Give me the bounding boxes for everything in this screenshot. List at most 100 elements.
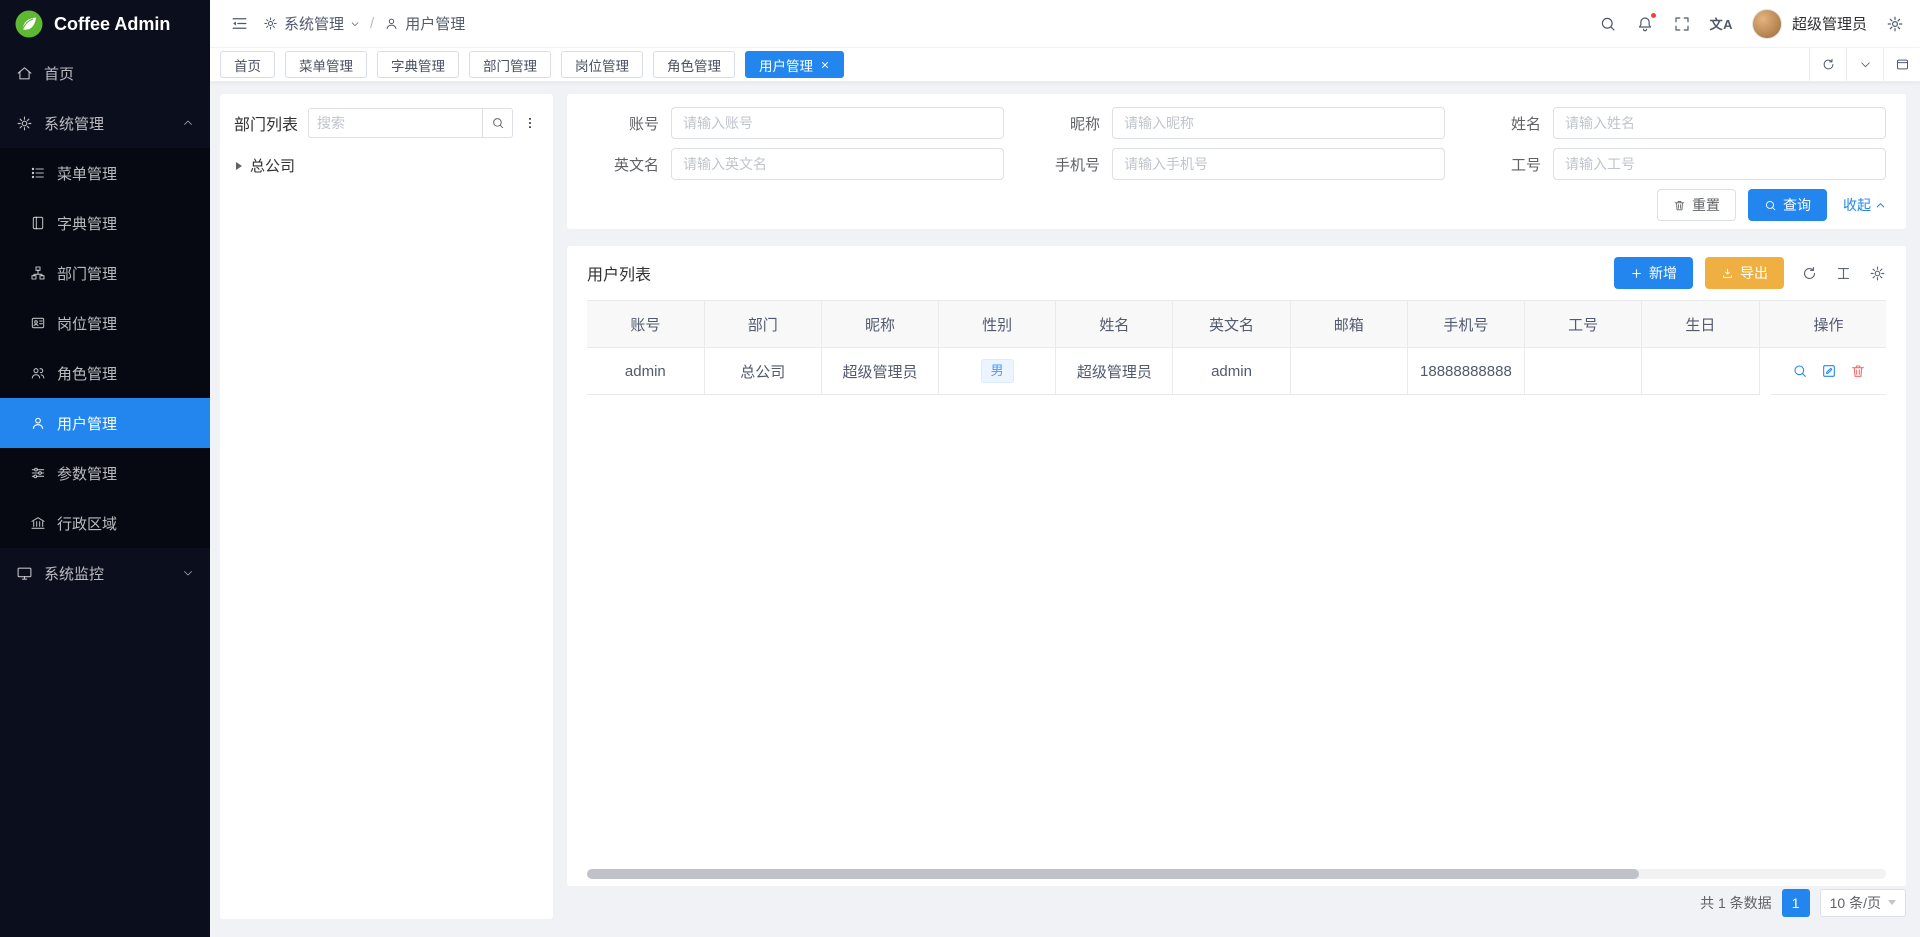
book-icon xyxy=(30,215,46,231)
refresh-icon[interactable] xyxy=(1801,265,1818,282)
tab-dict-management[interactable]: 字典管理 xyxy=(377,51,459,78)
translate-icon[interactable]: 文A xyxy=(1710,14,1733,33)
reset-button[interactable]: 重置 xyxy=(1657,189,1736,221)
cell-email xyxy=(1290,348,1407,395)
column-settings-gear-icon[interactable] xyxy=(1869,265,1886,282)
person-icon xyxy=(30,415,46,431)
tabbar: 首页 菜单管理 字典管理 部门管理 岗位管理 角色管理 用户管理 xyxy=(210,48,1920,82)
fullscreen-icon[interactable] xyxy=(1673,15,1691,33)
cell-department: 总公司 xyxy=(704,348,821,395)
col-name: 姓名 xyxy=(1056,301,1173,348)
tab-label: 首页 xyxy=(234,55,261,75)
breadcrumb-level1[interactable]: 系统管理 xyxy=(284,13,344,34)
tab-user-management[interactable]: 用户管理 xyxy=(745,51,844,78)
search-icon[interactable] xyxy=(1599,15,1617,33)
add-user-button[interactable]: 新增 xyxy=(1614,257,1693,289)
page-size-select[interactable]: 10 条/页 xyxy=(1820,889,1906,917)
sidebar-menu: 首页 系统管理 菜单管理 字典管理 部门管理 xyxy=(0,48,210,598)
tab-list: 首页 菜单管理 字典管理 部门管理 岗位管理 角色管理 用户管理 xyxy=(220,51,1809,78)
avatar[interactable] xyxy=(1752,9,1782,39)
gear-icon xyxy=(16,115,33,132)
tab-home[interactable]: 首页 xyxy=(220,51,275,78)
add-label: 新增 xyxy=(1649,263,1677,283)
chevron-down-icon[interactable] xyxy=(1846,48,1883,81)
sidebar-item-dept-management[interactable]: 部门管理 xyxy=(0,248,210,298)
username[interactable]: 超级管理员 xyxy=(1792,13,1867,34)
close-icon[interactable] xyxy=(820,60,830,70)
refresh-icon[interactable] xyxy=(1809,48,1846,81)
sidebar-item-menu-management[interactable]: 菜单管理 xyxy=(0,148,210,198)
user-list-card: 用户列表 新增 导出 xyxy=(567,246,1906,886)
home-icon xyxy=(16,65,33,82)
tab-label: 菜单管理 xyxy=(299,55,353,75)
sidebar-item-label: 字典管理 xyxy=(57,213,117,234)
col-actions: 操作 xyxy=(1771,301,1886,348)
search-form-card: 账号 昵称 姓名 英文名 xyxy=(567,94,1906,229)
col-phone: 手机号 xyxy=(1407,301,1524,348)
tree-node-head-office[interactable]: 总公司 xyxy=(234,155,539,176)
user-list-actions: 新增 导出 xyxy=(1614,257,1886,289)
tab-menu-management[interactable]: 菜单管理 xyxy=(285,51,367,78)
collapse-link[interactable]: 收起 xyxy=(1843,195,1886,215)
maximize-icon[interactable] xyxy=(1883,48,1920,81)
gear-icon xyxy=(263,16,278,31)
breadcrumb-separator: / xyxy=(370,15,374,32)
sidebar-item-label: 首页 xyxy=(44,63,74,84)
phone-input[interactable] xyxy=(1112,148,1445,180)
horizontal-scrollbar-track xyxy=(587,869,1886,879)
tab-dept-management[interactable]: 部门管理 xyxy=(469,51,551,78)
department-search-input[interactable] xyxy=(308,108,483,138)
sidebar-item-role-management[interactable]: 角色管理 xyxy=(0,348,210,398)
account-input[interactable] xyxy=(671,107,1004,139)
sidebar-item-label: 行政区域 xyxy=(57,513,117,534)
col-account: 账号 xyxy=(587,301,704,348)
sidebar-item-post-management[interactable]: 岗位管理 xyxy=(0,298,210,348)
sidebar-item-system-management[interactable]: 系统管理 xyxy=(0,98,210,148)
bell-icon[interactable] xyxy=(1636,15,1654,33)
bank-icon xyxy=(30,515,46,531)
page-number-button[interactable]: 1 xyxy=(1782,889,1810,917)
edit-icon[interactable] xyxy=(1821,363,1837,379)
sidebar-item-admin-region[interactable]: 行政区域 xyxy=(0,498,210,548)
settings-gear-icon[interactable] xyxy=(1886,15,1904,33)
field-label: 手机号 xyxy=(1028,154,1100,175)
col-birthday: 生日 xyxy=(1642,301,1759,348)
more-options-icon[interactable] xyxy=(521,115,539,131)
sidebar-item-home[interactable]: 首页 xyxy=(0,48,210,98)
english-name-input[interactable] xyxy=(671,148,1004,180)
sidebar-submenu-system: 菜单管理 字典管理 部门管理 岗位管理 角色管理 xyxy=(0,148,210,548)
work-id-input[interactable] xyxy=(1553,148,1886,180)
table-header-row: 账号 部门 昵称 性别 姓名 英文名 邮箱 手机号 工号 生日 xyxy=(587,301,1886,348)
view-icon[interactable] xyxy=(1792,363,1808,379)
query-button[interactable]: 查询 xyxy=(1748,189,1827,221)
sidebar-item-label: 参数管理 xyxy=(57,463,117,484)
sidebar-item-system-monitor[interactable]: 系统监控 xyxy=(0,548,210,598)
topbar-right: 文A 超级管理员 xyxy=(1599,9,1904,39)
sidebar-collapse-icon[interactable] xyxy=(230,14,249,33)
tab-label: 部门管理 xyxy=(483,55,537,75)
monitor-icon xyxy=(16,565,33,582)
export-button[interactable]: 导出 xyxy=(1705,257,1784,289)
cell-work-id xyxy=(1525,348,1642,395)
sidebar-item-param-management[interactable]: 参数管理 xyxy=(0,448,210,498)
tab-role-management[interactable]: 角色管理 xyxy=(653,51,735,78)
caret-right-icon[interactable] xyxy=(236,162,242,170)
col-department: 部门 xyxy=(704,301,821,348)
field-label: 姓名 xyxy=(1469,113,1541,134)
trash-icon xyxy=(1673,199,1686,212)
nickname-input[interactable] xyxy=(1112,107,1445,139)
pagination: 共 1 条数据 1 10 条/页 xyxy=(567,886,1906,919)
density-icon[interactable] xyxy=(1835,265,1852,282)
name-input[interactable] xyxy=(1553,107,1886,139)
sidebar-item-user-management[interactable]: 用户管理 xyxy=(0,398,210,448)
field-label: 昵称 xyxy=(1028,113,1100,134)
tab-post-management[interactable]: 岗位管理 xyxy=(561,51,643,78)
delete-icon[interactable] xyxy=(1850,363,1866,379)
department-search-button[interactable] xyxy=(483,108,513,138)
horizontal-scrollbar-thumb[interactable] xyxy=(587,869,1639,879)
sidebar-item-dict-management[interactable]: 字典管理 xyxy=(0,198,210,248)
chevron-up-icon xyxy=(182,117,194,129)
chevron-up-icon xyxy=(1875,200,1886,211)
col-work-id: 工号 xyxy=(1525,301,1642,348)
notification-badge xyxy=(1650,12,1657,19)
